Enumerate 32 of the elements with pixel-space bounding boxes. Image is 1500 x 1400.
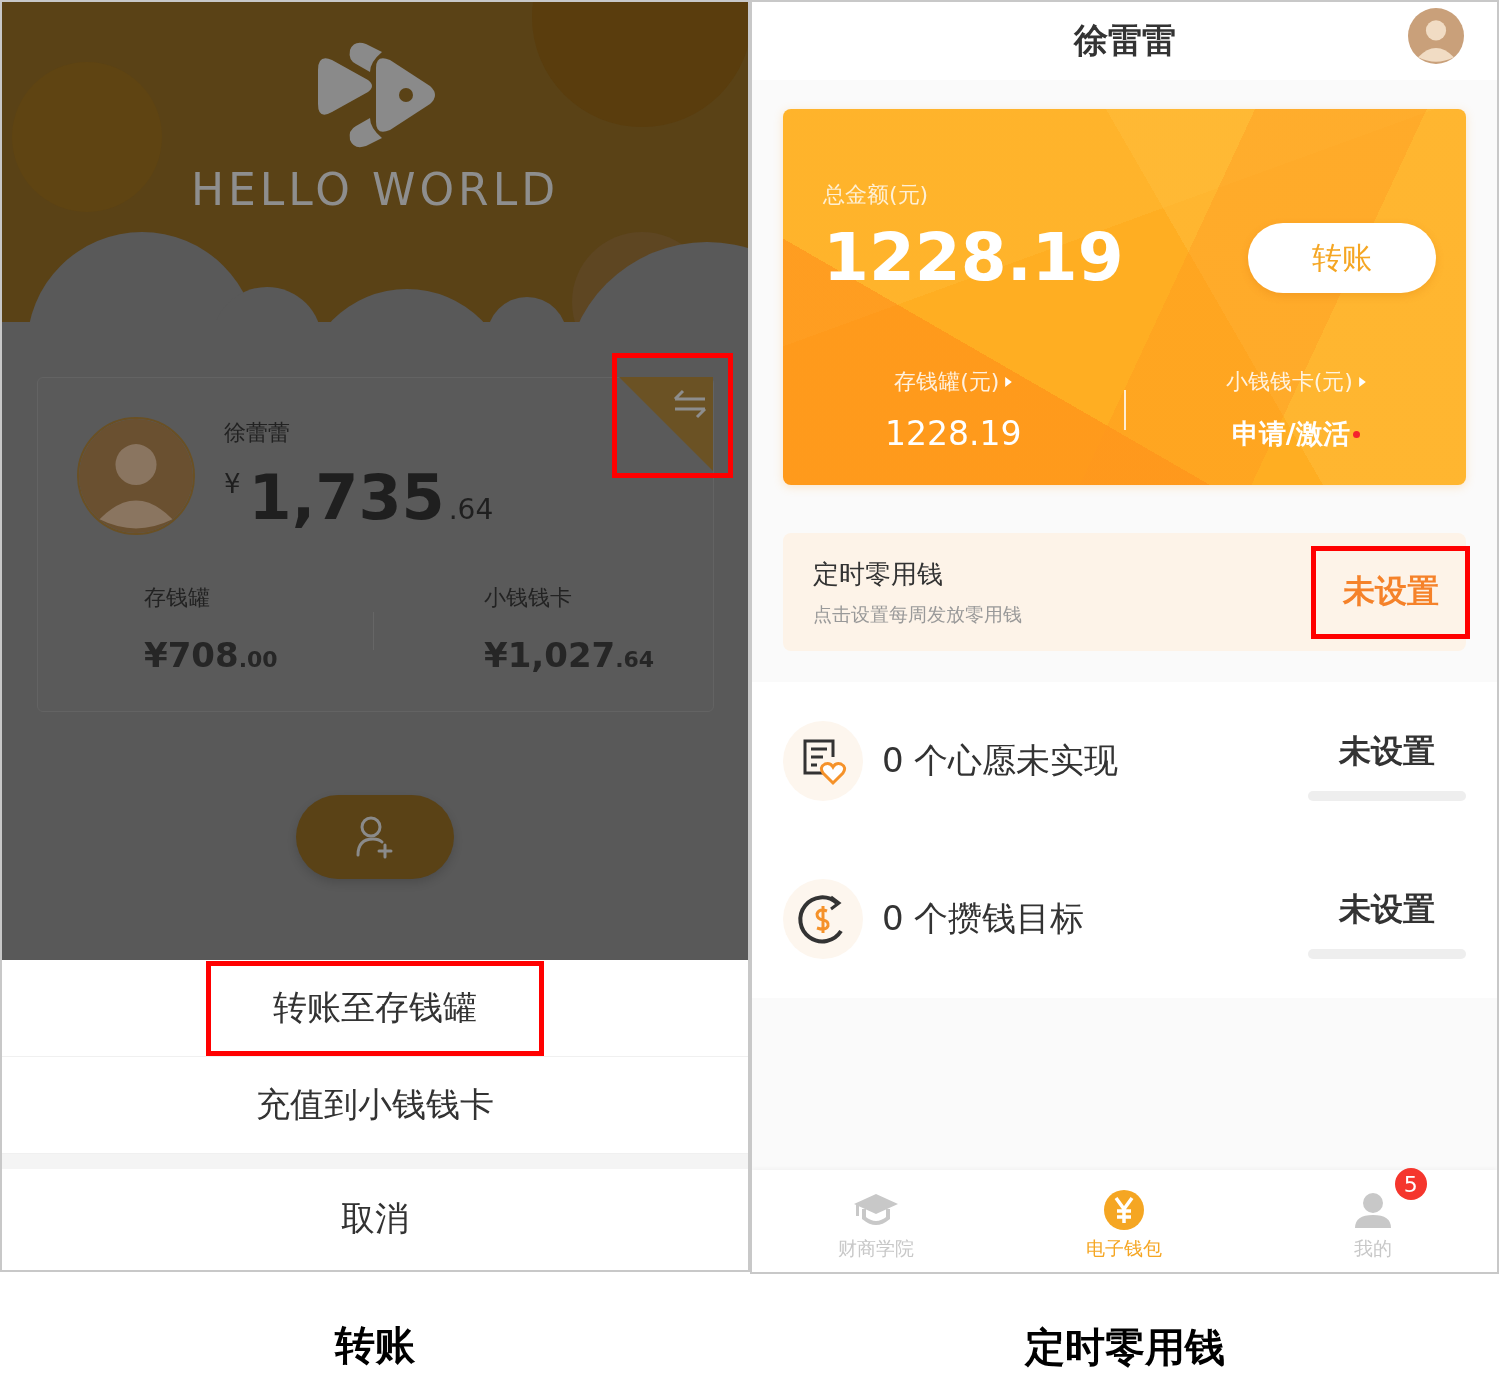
account-amount: 1228.19 bbox=[885, 414, 1022, 454]
sheet-option[interactable]: 充值到小钱钱卡 bbox=[189, 1057, 561, 1153]
total-amount: 1228.19 bbox=[823, 219, 1124, 297]
currency-sign: ¥ bbox=[224, 469, 241, 499]
account-label: 存钱罐 bbox=[144, 584, 211, 612]
balance-amount: 1,735 bbox=[248, 463, 445, 533]
sheet-option[interactable]: 转账至存钱罐 bbox=[206, 960, 544, 1056]
account-label: 小钱钱卡 bbox=[484, 584, 573, 612]
dollar-cycle-icon bbox=[783, 879, 863, 959]
goal-text: 0 个攒钱目标 bbox=[882, 897, 1086, 940]
goal-text: 0 个心愿未实现 bbox=[882, 739, 1120, 782]
count-badge: 5 bbox=[1394, 1168, 1427, 1200]
caption: 转账 bbox=[335, 1321, 415, 1370]
account-label: 存钱罐(元) bbox=[894, 368, 1000, 396]
screen-title: 徐雷雷 bbox=[1073, 19, 1176, 62]
goal-status[interactable]: 未设置 bbox=[1339, 889, 1435, 929]
person-add-icon bbox=[355, 815, 395, 859]
wish-list-icon bbox=[783, 721, 863, 801]
allowance-hint: 点击设置每周发放零用钱 bbox=[813, 602, 1022, 626]
caret-icon bbox=[1005, 377, 1013, 387]
caret-icon bbox=[1358, 377, 1366, 387]
total-label: 总金额(元) bbox=[823, 181, 930, 209]
switch-button[interactable] bbox=[612, 353, 733, 478]
goal-status[interactable]: 未设置 bbox=[1339, 731, 1435, 771]
logo-text: HELLO WORLD bbox=[190, 165, 560, 215]
avatar bbox=[1408, 8, 1464, 64]
balance-decimals: .64 bbox=[448, 493, 494, 526]
child-name: 徐蕾蕾 bbox=[224, 419, 291, 447]
account-label: 小钱钱卡(元) bbox=[1225, 368, 1353, 396]
cancel-button[interactable]: 取消 bbox=[274, 1171, 476, 1267]
allowance-title: 定时零用钱 bbox=[813, 558, 944, 590]
caption: 定时零用钱 bbox=[1024, 1323, 1225, 1372]
